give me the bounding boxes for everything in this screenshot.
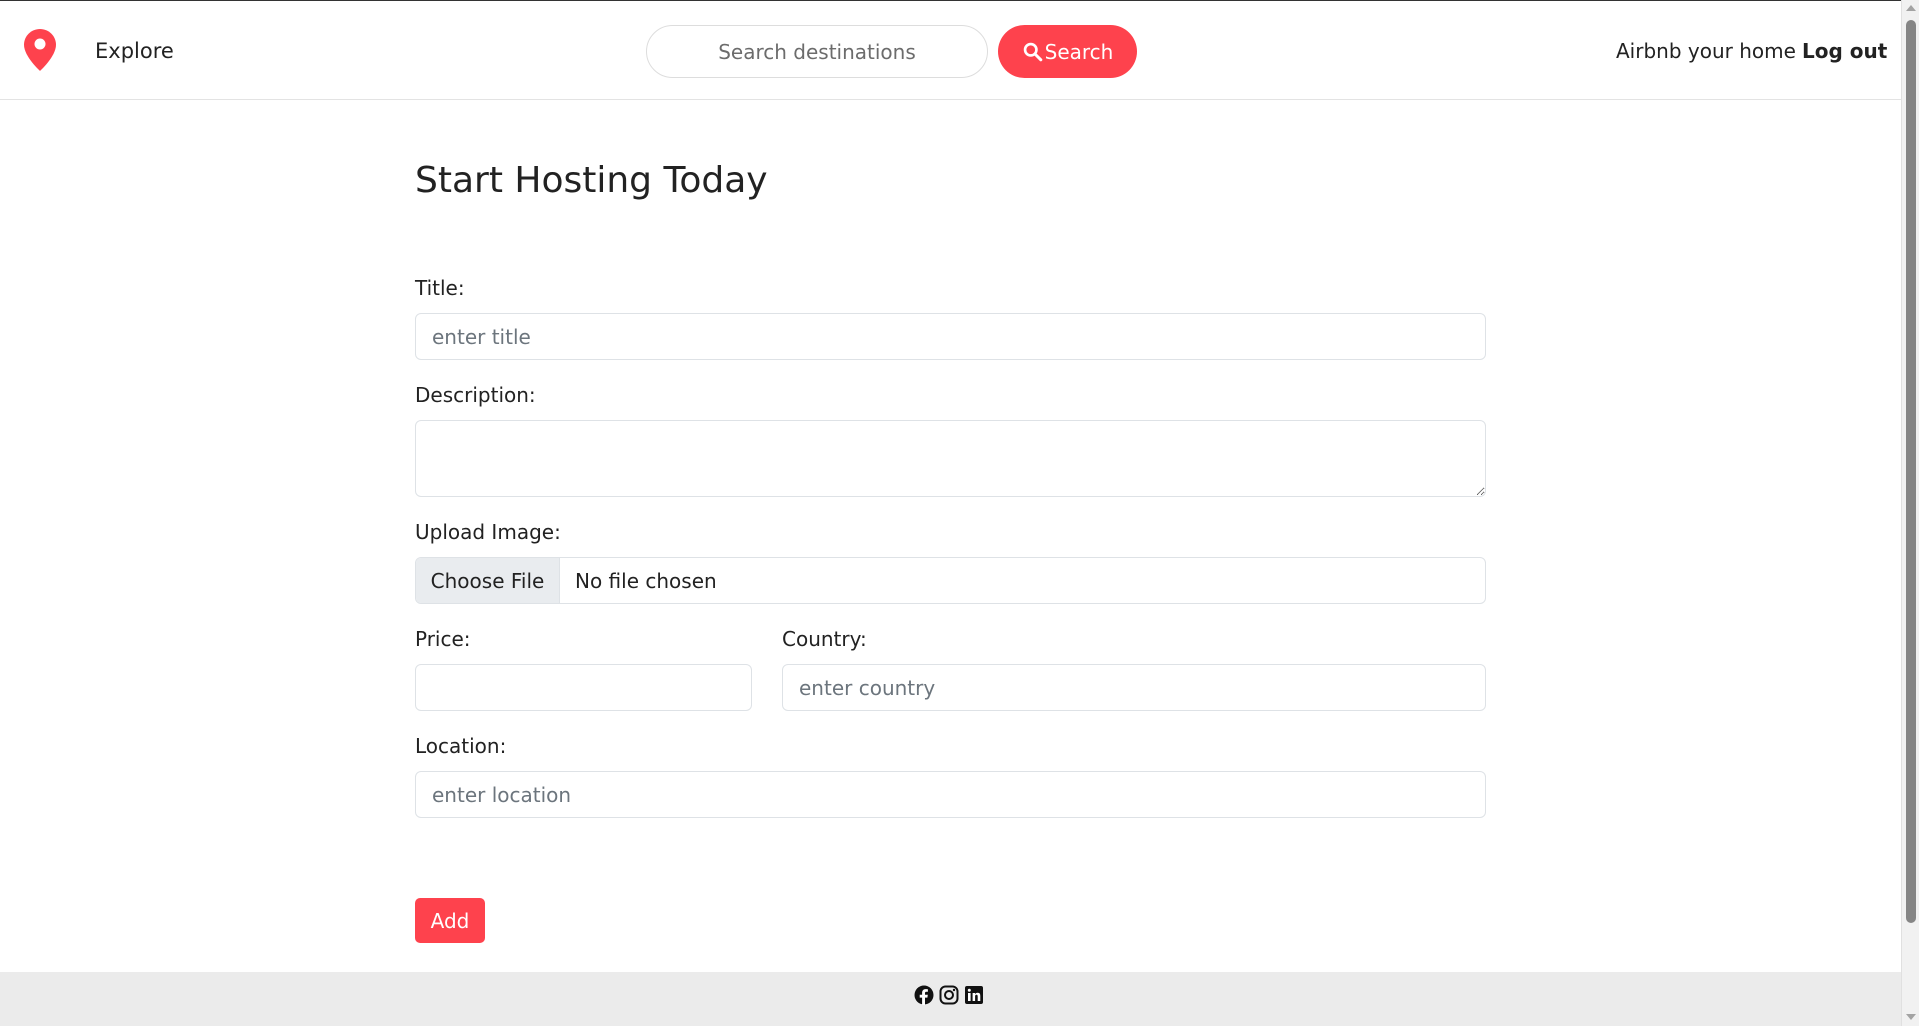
scrollbar-thumb[interactable] — [1906, 20, 1916, 923]
search-button-label: Search — [1044, 39, 1114, 64]
social-icons — [914, 985, 984, 1005]
location-label: Location: — [415, 734, 507, 758]
airbnb-your-home-link[interactable]: Airbnb your home — [1616, 39, 1796, 63]
country-label: Country: — [782, 627, 867, 651]
nav-explore-link[interactable]: Explore — [95, 39, 174, 63]
scroll-up-arrow-icon[interactable] — [1906, 5, 1916, 11]
instagram-icon[interactable] — [939, 985, 959, 1005]
footer — [0, 972, 1901, 1026]
search-button[interactable]: Search — [998, 25, 1137, 78]
linkedin-icon[interactable] — [964, 985, 984, 1005]
description-textarea[interactable] — [415, 420, 1486, 497]
facebook-icon[interactable] — [914, 985, 934, 1005]
navbar: Explore Search Airbnb your home Log out — [0, 0, 1901, 100]
price-input[interactable] — [415, 664, 752, 711]
title-input[interactable] — [415, 313, 1486, 360]
location-input[interactable] — [415, 771, 1486, 818]
choose-file-button[interactable]: Choose File — [416, 558, 560, 603]
image-file-input[interactable]: Choose File No file chosen — [415, 557, 1486, 604]
scroll-down-arrow-icon[interactable] — [1906, 1014, 1916, 1020]
price-label: Price: — [415, 627, 471, 651]
logout-link[interactable]: Log out — [1802, 39, 1887, 63]
title-label: Title: — [415, 276, 465, 300]
search-icon — [1023, 42, 1042, 62]
viewport: Explore Search Airbnb your home Log out … — [0, 0, 1901, 1026]
country-input[interactable] — [782, 664, 1486, 711]
file-status-text: No file chosen — [575, 568, 717, 593]
search-input[interactable] — [646, 25, 988, 78]
page-title: Start Hosting Today — [415, 160, 768, 201]
location-pin-icon[interactable] — [23, 28, 57, 72]
upload-image-label: Upload Image: — [415, 520, 561, 544]
vertical-scrollbar[interactable] — [1901, 0, 1919, 1026]
add-button[interactable]: Add — [415, 898, 485, 943]
description-label: Description: — [415, 383, 536, 407]
